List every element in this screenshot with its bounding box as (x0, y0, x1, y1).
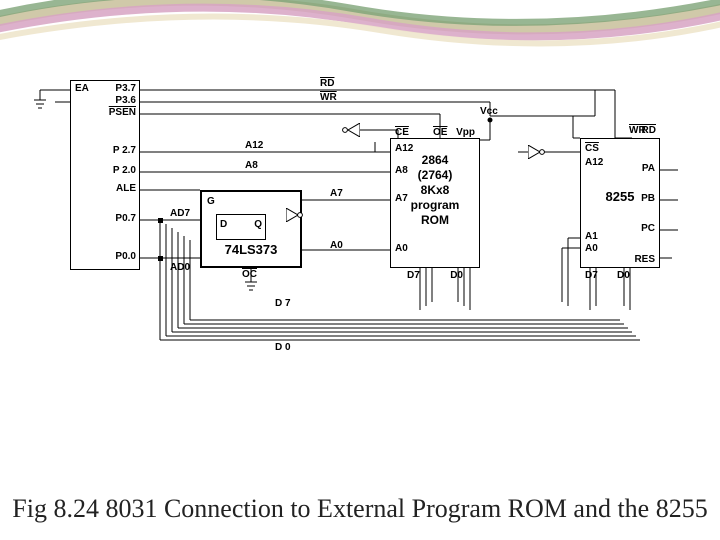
ppi-pc: PC (641, 223, 655, 234)
bus-d0: D 0 (275, 342, 291, 353)
figure-caption: Fig 8.24 8031 Connection to External Pro… (0, 494, 720, 524)
pin-p37: P3.7 (115, 83, 136, 94)
sig-vcc: Vcc (480, 106, 498, 117)
sig-rd: RD (320, 78, 334, 89)
sig-a0: A0 (330, 240, 343, 251)
rom-ce: CE (395, 127, 409, 138)
ppi-pb: PB (641, 193, 655, 204)
rom-block: CE OE Vpp A12 A8 A7 A0 2864 (2764) 8Kx8 … (390, 138, 480, 268)
pin-p07: P0.7 (115, 213, 136, 224)
pin-q: Q (254, 219, 262, 230)
ground-oc-icon (244, 278, 258, 292)
latch-block: G D Q 74LS373 OC (200, 190, 302, 268)
inverter-ce-icon (342, 123, 360, 137)
schematic-diagram: EA P3.7 P3.6 PSEN P 2.7 P 2.0 ALE P0.7 P… (20, 80, 700, 440)
pin-p00: P0.0 (115, 251, 136, 262)
ppi-a12: A12 (585, 157, 603, 168)
sig-a7: A7 (330, 188, 343, 199)
ppi-a0: A0 (585, 243, 598, 254)
ppi-res: RES (634, 254, 655, 265)
pin-d: D (220, 219, 227, 230)
rom-d7: D7 (407, 270, 420, 281)
ppi-d7: D7 (585, 270, 598, 281)
bus-ad0: AD0 (170, 262, 190, 273)
ppi-rd: RD (642, 125, 656, 136)
bus-node (158, 218, 163, 223)
pin-ale: ALE (116, 183, 136, 194)
rom-oe: OE (433, 127, 447, 138)
ppi-cs: CS (585, 143, 599, 154)
rom-vpp: Vpp (456, 127, 475, 138)
latch-name: 74LS373 (202, 242, 300, 258)
pin-p20: P 2.0 (113, 165, 136, 176)
pin-g: G (207, 196, 215, 207)
latch-buffer-icon (286, 208, 304, 222)
mcu-block: EA P3.7 P3.6 PSEN P 2.7 P 2.0 ALE P0.7 P… (70, 80, 140, 270)
ppi-pa: PA (642, 163, 655, 174)
pin-p36: P3.6 (115, 95, 136, 106)
ppi-block: WR RD CS A12 PA 8255 PB PC A1 A0 RES D7 … (580, 138, 660, 268)
sig-a12: A12 (245, 140, 263, 151)
header-swoosh (0, 0, 720, 55)
bus-d7: D 7 (275, 298, 291, 309)
ground-ea-icon (33, 96, 47, 110)
rom-name: 2864 (2764) 8Kx8 program ROM (391, 153, 479, 228)
sig-a8: A8 (245, 160, 258, 171)
ppi-a1: A1 (585, 231, 598, 242)
ppi-d0: D0 (617, 270, 630, 281)
bus-ad7: AD7 (170, 208, 190, 219)
rom-a0: A0 (395, 243, 408, 254)
pin-psen: PSEN (109, 107, 136, 118)
pin-ea: EA (75, 83, 89, 94)
sig-wr: WR (320, 92, 337, 103)
pin-p27: P 2.7 (113, 145, 136, 156)
bus-node (158, 256, 163, 261)
rom-d0: D0 (450, 270, 463, 281)
inverter-cs-icon (528, 145, 546, 159)
